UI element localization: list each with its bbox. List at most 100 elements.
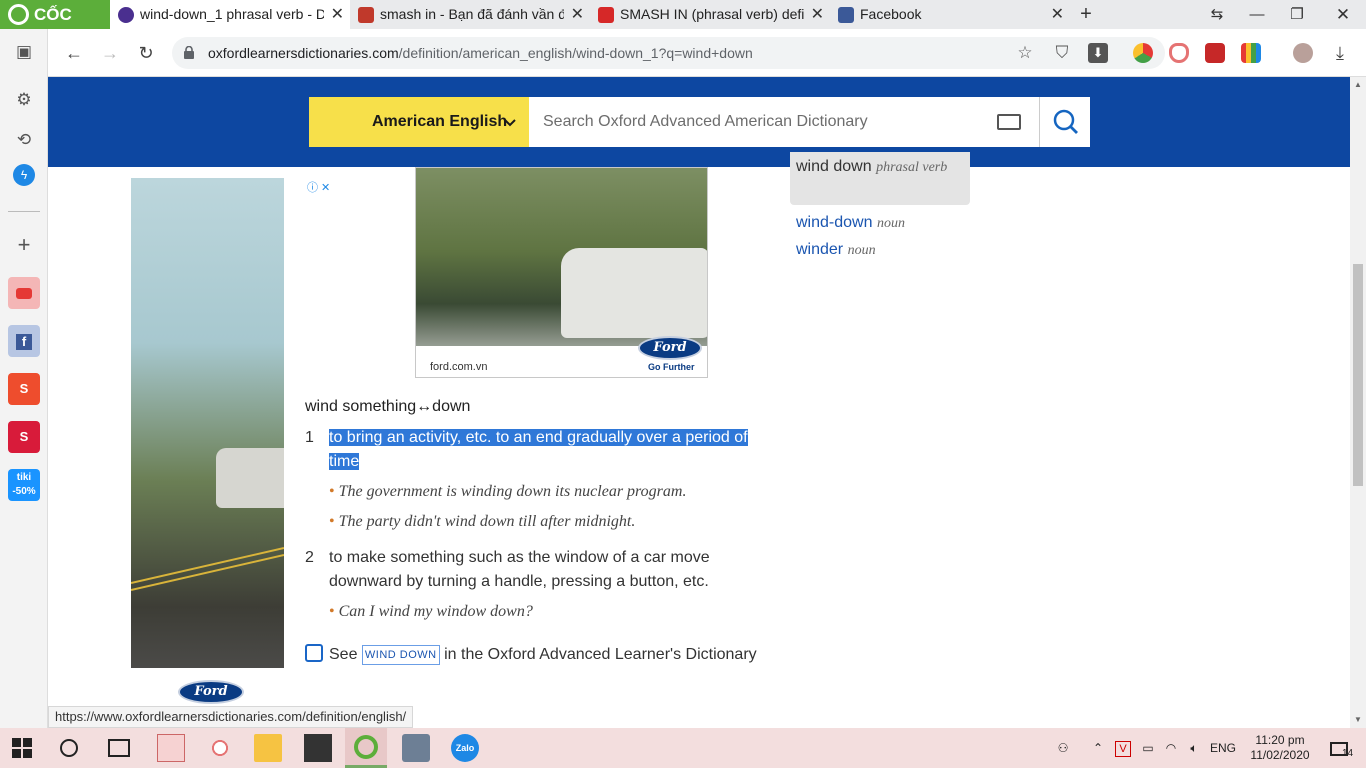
tab-smash-in-definition[interactable]: SMASH IN (phrasal verb) defi ✕ (590, 0, 830, 29)
shopee-icon[interactable]: S (8, 373, 40, 405)
scroll-down-icon[interactable]: ▼ (1350, 712, 1366, 728)
clock[interactable]: 11:20 pm 11/02/2020 (1245, 728, 1315, 768)
search-input[interactable] (543, 97, 983, 147)
task-view-icon[interactable] (108, 739, 130, 757)
new-tab-button[interactable]: + (1066, 0, 1106, 29)
coccoc-taskbar-button[interactable] (345, 728, 387, 768)
wifi-icon[interactable]: ◠ (1160, 728, 1182, 768)
see-prefix: See (329, 646, 358, 663)
related-item[interactable]: wind-down noun (796, 214, 905, 232)
tab-title: smash in - Bạn đã đánh vần đ (380, 6, 564, 22)
coccoc-logo-icon (8, 4, 29, 25)
color-extension-icon[interactable] (1241, 43, 1261, 63)
scrollbar-thumb[interactable] (1353, 264, 1363, 486)
close-window-icon[interactable]: ✕ (1323, 0, 1363, 29)
facebook-icon[interactable]: f (8, 325, 40, 357)
related-pos: phrasal verb (876, 160, 948, 175)
advertisement-top[interactable]: ford.com.vn Ford Go Further (415, 167, 708, 378)
example-text: The party didn't wind down till after mi… (338, 513, 636, 530)
scroll-up-icon[interactable]: ▲ (1350, 77, 1366, 93)
related-item[interactable]: winder noun (796, 241, 876, 259)
download-page-icon[interactable]: ⬇ (1088, 43, 1108, 63)
url-domain: oxfordlearnersdictionaries.com (208, 45, 399, 61)
example-text: Can I wind my window down? (338, 603, 533, 620)
history-icon[interactable]: ⟲ (8, 124, 40, 156)
reload-icon[interactable]: ↻ (134, 41, 158, 65)
address-bar[interactable]: oxfordlearnersdictionaries.com/definitio… (172, 37, 1165, 69)
profile-avatar[interactable] (1293, 43, 1313, 63)
ad-tagline: Go Further (648, 362, 695, 372)
tab-smash-in-cambridge[interactable]: smash in - Bạn đã đánh vần đ ✕ (350, 0, 590, 29)
tab-wind-down[interactable]: wind-down_1 phrasal verb - D ✕ (110, 0, 350, 29)
page-scrollbar[interactable]: ▲ ▼ (1350, 77, 1366, 728)
app-icon-3[interactable] (402, 734, 430, 762)
tab-search-icon[interactable]: ⇆ (1197, 0, 1237, 29)
dictionary-selector[interactable]: American English (309, 97, 529, 147)
sendo-icon[interactable]: S (8, 421, 40, 453)
example-text: The government is winding down its nucle… (338, 483, 687, 500)
related-pos: noun (876, 216, 905, 231)
bullet-icon: • (329, 483, 335, 500)
downloads-icon[interactable]: ⤓ (1328, 41, 1352, 65)
action-center-icon[interactable]: 14 (1322, 728, 1356, 768)
zalo-icon[interactable]: Zalo (451, 734, 479, 762)
bookmark-star-icon[interactable]: ☆ (1015, 43, 1035, 63)
adblock-shield-icon[interactable] (1169, 43, 1189, 63)
search-field (529, 97, 1039, 147)
vietkey-icon[interactable]: V (1115, 741, 1131, 757)
ad-domain: ford.com.vn (430, 361, 488, 373)
file-explorer-icon[interactable] (254, 734, 282, 762)
battery-icon[interactable]: ▭ (1137, 728, 1159, 768)
tab-facebook[interactable]: Facebook ✕ (830, 0, 1070, 29)
back-icon[interactable]: ← (62, 41, 86, 65)
youtube-icon[interactable] (8, 277, 40, 309)
app-icon-1[interactable] (157, 734, 185, 762)
notification-count: 14 (1342, 748, 1354, 759)
cambridge-favicon-icon (358, 7, 374, 23)
browser-sidebar: ▣ ⚙ ⟲ ϟ + f S S tiki -50% (0, 29, 48, 728)
minimize-icon[interactable]: — (1237, 0, 1277, 29)
sense-number: 2 (305, 549, 314, 566)
windows-start-icon[interactable] (12, 738, 32, 758)
settings-icon[interactable]: ⚙ (8, 84, 40, 116)
red-extension-icon[interactable] (1205, 43, 1225, 63)
close-tab-icon[interactable]: ✕ (331, 0, 344, 29)
sense-2: 2 to make something such as the window o… (305, 546, 775, 594)
advertisement-left[interactable]: Ford (131, 178, 284, 728)
sticky-notes-icon[interactable] (304, 734, 332, 762)
example-1: • The government is winding down its nucl… (329, 483, 779, 501)
people-icon[interactable]: ⚇ (1050, 728, 1076, 768)
chrome-extension-icon[interactable] (1133, 43, 1153, 63)
sidebar-toggle-icon[interactable]: ▣ (8, 36, 40, 68)
status-bar-url: https://www.oxfordlearnersdictionaries.c… (48, 706, 414, 728)
close-tab-icon[interactable]: ✕ (1051, 0, 1064, 29)
volume-icon[interactable]: 🔈︎ (1183, 728, 1205, 768)
keyboard-icon[interactable] (997, 114, 1021, 130)
tab-strip: CỐC CỐC wind-down_1 phrasal verb - D ✕ s… (0, 0, 1366, 53)
related-word: wind-down (796, 214, 873, 231)
url-path: /definition/american_english/wind-down_1… (398, 45, 753, 61)
close-tab-icon[interactable]: ✕ (811, 0, 824, 29)
add-panel-icon[interactable]: + (8, 229, 40, 261)
oxford-favicon-icon (118, 7, 134, 23)
input-language[interactable]: ENG (1206, 728, 1240, 768)
chevron-down-icon (504, 119, 516, 127)
restore-icon[interactable]: ❐ (1277, 0, 1317, 29)
search-circle-icon[interactable] (60, 739, 78, 757)
search-button[interactable] (1039, 97, 1090, 147)
related-current-entry[interactable]: wind down phrasal verb (790, 152, 970, 205)
clock-time: 11:20 pm (1255, 733, 1305, 747)
dictionary-label: American English (372, 113, 508, 130)
adchoices-icon[interactable]: ⓘ ✕ (307, 179, 330, 195)
tray-expand-icon[interactable]: ⌃ (1086, 728, 1110, 768)
app-icon-2[interactable] (206, 734, 234, 762)
tiki-icon[interactable]: tiki -50% (8, 469, 40, 501)
messenger-icon[interactable]: ϟ (13, 164, 35, 186)
xref-link[interactable]: WIND DOWN (361, 645, 440, 665)
forward-icon[interactable]: → (98, 41, 122, 65)
highlighted-definition: to bring an activity, etc. to an end gra… (329, 429, 748, 470)
browser-brand[interactable]: CỐC CỐC (0, 0, 110, 53)
shield-icon[interactable]: ⛉ (1052, 43, 1072, 63)
close-tab-icon[interactable]: ✕ (571, 0, 584, 29)
related-word: winder (796, 241, 844, 258)
